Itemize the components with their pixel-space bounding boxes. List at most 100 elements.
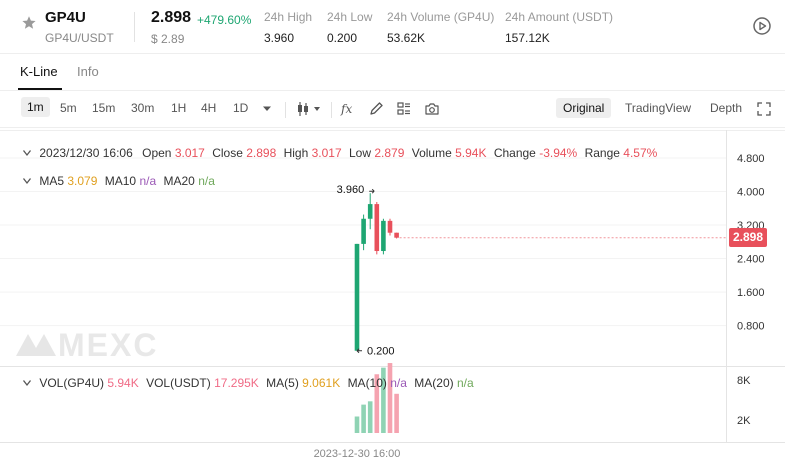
price-change-percent: +479.60% [197, 13, 252, 27]
ma20-label: MA20 [163, 174, 195, 188]
last-price: 2.898 [151, 9, 192, 26]
favorite-star-icon[interactable] [21, 15, 37, 31]
ma5-value: 3.079 [67, 174, 98, 188]
open-value: 3.017 [174, 146, 205, 160]
interval-1h[interactable]: 1H [171, 101, 186, 115]
vol-ma20-value: n/a [456, 376, 474, 390]
candle-body [387, 220, 393, 233]
price-usd: $ 2.89 [151, 32, 185, 46]
price-tick-label: 4.800 [737, 153, 765, 165]
candle-body [361, 218, 366, 244]
trading-pair: GP4U/USDT [45, 31, 114, 45]
volume-tick-label: 2K [737, 415, 751, 427]
interval-15m[interactable]: 15m [92, 101, 115, 115]
tab-k-line[interactable]: K-Line [20, 64, 58, 79]
time-axis-label: 2023-12-30 16:00 [314, 448, 401, 460]
ma20-value: n/a [198, 174, 215, 188]
play-circle-icon[interactable] [752, 16, 772, 36]
open-label: Open [142, 146, 172, 160]
volume-bar [394, 393, 399, 433]
change-value: -3.94% [539, 146, 578, 160]
candle-body [367, 204, 373, 219]
stat-24h-amount: 24h Amount (USDT) 157.12K [505, 10, 613, 45]
market-header: GP4U GP4U/USDT 2.898 +479.60% $ 2.89 24h… [0, 0, 785, 54]
layout-grid-icon[interactable] [396, 100, 412, 118]
svg-text:fx: fx [340, 102, 352, 116]
low-value: 2.879 [374, 146, 405, 160]
ma5-label: MA5 [39, 174, 65, 188]
interval-4h[interactable]: 4H [201, 101, 216, 115]
interval-1d[interactable]: 1D [233, 101, 248, 115]
volume-legend: VOL(GP4U) 5.94K VOL(USDT) 17.295K MA(5) … [22, 376, 478, 390]
change-label: Change [493, 146, 536, 160]
vol-usdt-label: VOL(USDT) [146, 376, 211, 390]
interval-5m[interactable]: 5m [60, 101, 77, 115]
stat-label: 24h High [264, 10, 313, 24]
candle-time: 2023/12/30 16:06 [39, 146, 133, 160]
stat-value: 3.960 [264, 31, 295, 45]
candle-body [394, 232, 399, 238]
fullscreen-icon[interactable] [757, 102, 771, 116]
candles [354, 193, 399, 351]
price-tick-label: 0.800 [737, 321, 765, 333]
candle-body [374, 204, 380, 252]
vol-ma5-value: 9.061K [302, 376, 341, 390]
volume-tick-label: 8K [737, 375, 751, 387]
volume-bar [367, 401, 373, 433]
close-value: 2.898 [246, 146, 277, 160]
stat-value: 0.200 [327, 31, 358, 45]
collapse-chevron-icon[interactable] [22, 379, 32, 387]
price-tick-label: 4.000 [737, 187, 765, 199]
vol-ma20-label: MA(20) [414, 376, 454, 390]
toolbar-divider [331, 102, 332, 118]
mexc-watermark-logo: MEXC [14, 327, 158, 364]
interval-dropdown-icon[interactable] [262, 105, 272, 113]
high-label: High [283, 146, 309, 160]
stat-label: 24h Low [327, 10, 373, 24]
vol-gp4u-value: 5.94K [107, 376, 139, 390]
collapse-chevron-icon[interactable] [22, 149, 32, 157]
vol-ma5-label: MA(5) [266, 376, 299, 390]
chart-toolbar: 1m 5m 15m 30m 1H 4H 1D fx Original Tradi… [0, 92, 785, 128]
indicator-fx-icon[interactable]: fx [340, 100, 356, 118]
stat-label: 24h Volume (GP4U) [387, 10, 495, 24]
ma10-label: MA10 [104, 174, 137, 188]
interval-1m[interactable]: 1m [21, 97, 50, 117]
price-tick-label: 2.400 [737, 254, 765, 266]
vol-gp4u-label: VOL(GP4U) [39, 376, 105, 390]
interval-30m[interactable]: 30m [131, 101, 154, 115]
collapse-chevron-icon[interactable] [22, 177, 32, 185]
stat-value: 53.62K [387, 31, 426, 45]
stat-24h-high: 24h High 3.960 [264, 10, 312, 45]
symbol-name: GP4U [45, 9, 86, 26]
view-mode-original[interactable]: Original [556, 98, 612, 118]
ma-legend: MA5 3.079 MA10 n/a MA20 n/a [22, 174, 219, 188]
volume-bars [354, 363, 399, 433]
current-price-tag: 2.898 [729, 228, 767, 247]
view-mode-tradingview[interactable]: TradingView [625, 101, 691, 115]
kline-chart[interactable]: 4.800 4.000 3.200 2.400 1.600 0.800 8K 2K 3.96… [0, 130, 785, 460]
active-tab-indicator [18, 88, 62, 90]
draw-pencil-icon[interactable] [368, 100, 384, 118]
vol-ma10-value: n/a [390, 376, 407, 390]
volume-bar [354, 416, 360, 433]
header-divider [134, 12, 135, 42]
stat-label: 24h Amount (USDT) [505, 10, 614, 24]
price-tick-label: 1.600 [737, 287, 765, 299]
low-marker-label: 0.200 [367, 346, 395, 358]
volume-bar [361, 404, 366, 433]
toolbar-divider [285, 102, 286, 118]
stat-value: 157.12K [505, 31, 550, 45]
ohlc-legend: 2023/12/30 16:06 Open 3.017 Close 2.898 … [22, 146, 661, 160]
camera-icon[interactable] [424, 100, 440, 118]
ma10-value: n/a [139, 174, 157, 188]
tab-info[interactable]: Info [77, 64, 99, 79]
low-marker-arrow [356, 348, 362, 354]
low-label: Low [349, 146, 372, 160]
range-label: Range [584, 146, 620, 160]
close-label: Close [212, 146, 243, 160]
high-value: 3.017 [311, 146, 342, 160]
watermark-text: MEXC [58, 327, 159, 363]
view-mode-depth[interactable]: Depth [710, 101, 742, 115]
candle-type-icon[interactable] [296, 100, 322, 118]
